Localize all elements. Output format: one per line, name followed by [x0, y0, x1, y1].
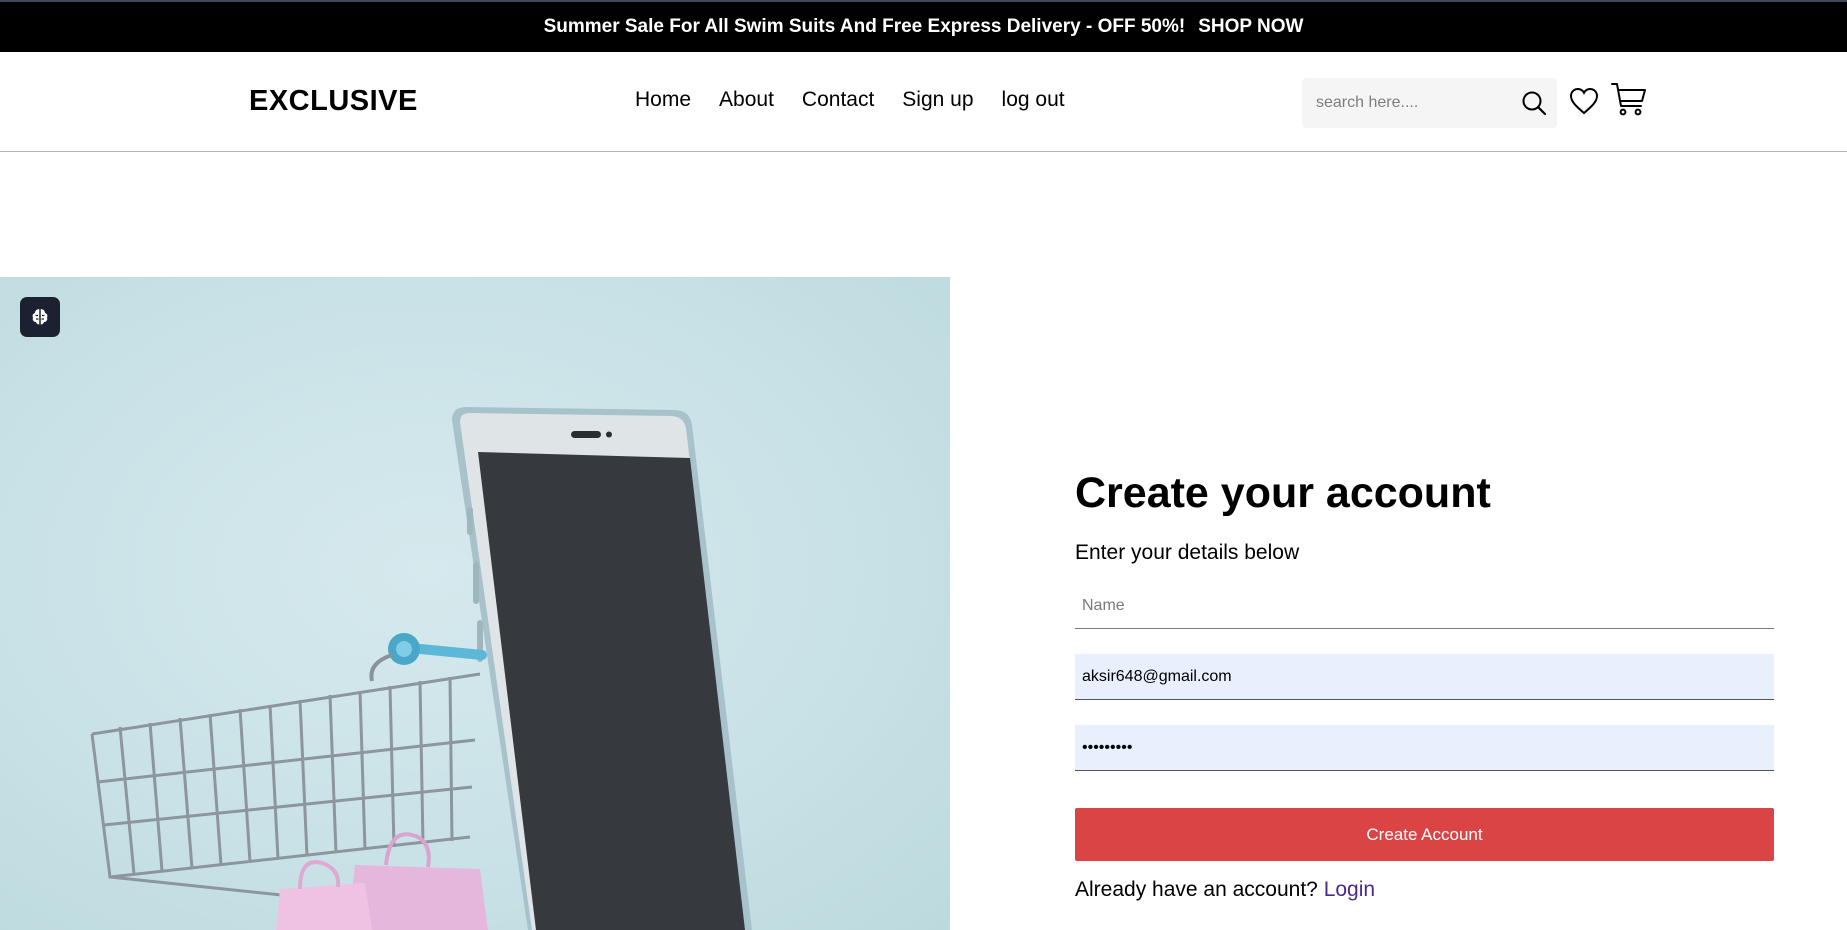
- create-account-button[interactable]: Create Account: [1075, 808, 1774, 862]
- announcement-bar: Summer Sale For All Swim Suits And Free …: [0, 0, 1847, 52]
- password-field[interactable]: [1075, 725, 1774, 772]
- signup-form: Create your account Enter your details b…: [1075, 469, 1774, 902]
- email-field[interactable]: [1075, 654, 1774, 701]
- site-header: EXCLUSIVE Home About Contact Sign up log…: [0, 52, 1847, 152]
- form-subtitle: Enter your details below: [1075, 541, 1300, 565]
- login-prompt: Already have an account? Login: [1075, 878, 1774, 902]
- logo[interactable]: EXCLUSIVE: [249, 85, 418, 118]
- announcement-text: Summer Sale For All Swim Suits And Free …: [543, 16, 1186, 37]
- nav-log-out[interactable]: log out: [1002, 88, 1065, 112]
- shop-now-link[interactable]: SHOP NOW: [1198, 16, 1303, 38]
- hero-image: [0, 277, 950, 930]
- main-nav: Home About Contact Sign up log out: [635, 88, 1065, 112]
- search-box: [1302, 78, 1557, 128]
- heart-icon[interactable]: [1568, 85, 1600, 117]
- form-title: Create your account: [1075, 469, 1491, 517]
- cart-icon[interactable]: [1610, 80, 1648, 118]
- brain-icon: [32, 309, 48, 325]
- accessibility-widget-button[interactable]: [20, 297, 60, 337]
- already-have-account-text: Already have an account?: [1075, 878, 1318, 902]
- nav-sign-up[interactable]: Sign up: [902, 88, 973, 112]
- login-link[interactable]: Login: [1324, 878, 1375, 901]
- nav-about[interactable]: About: [719, 88, 774, 112]
- search-input[interactable]: [1316, 94, 1516, 112]
- phone-and-cart-illustration: [90, 407, 752, 930]
- nav-contact[interactable]: Contact: [802, 88, 874, 112]
- nav-home[interactable]: Home: [635, 88, 691, 112]
- search-icon[interactable]: [1521, 90, 1547, 116]
- name-field[interactable]: [1075, 583, 1774, 630]
